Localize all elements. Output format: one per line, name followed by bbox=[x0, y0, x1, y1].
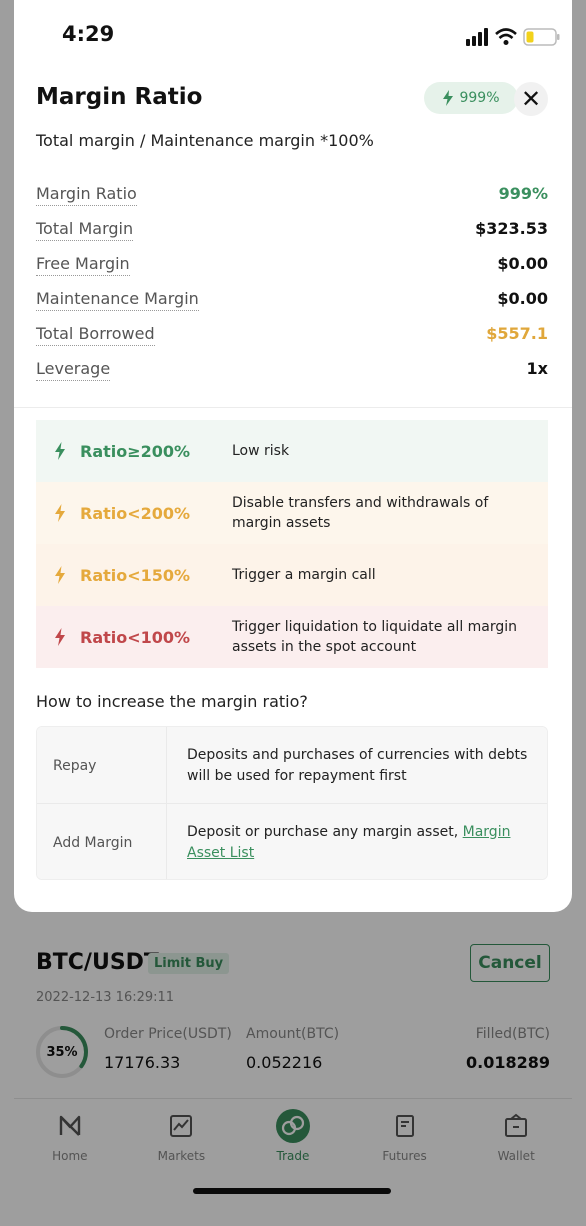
metric-value: $323.53 bbox=[475, 219, 548, 238]
risk-level-description: Low risk bbox=[232, 442, 290, 459]
metric-label[interactable]: Total Margin bbox=[36, 219, 134, 241]
guide-key: Add Margin bbox=[37, 804, 167, 879]
lightning-icon bbox=[55, 504, 65, 522]
risk-level-description: Disable transfers and withdrawals of mar… bbox=[232, 494, 489, 531]
formula-subtitle: Total margin / Maintenance margin *100% bbox=[36, 131, 374, 150]
lightning-icon bbox=[55, 628, 65, 646]
guide-text-container: Deposit or purchase any margin asset, Ma… bbox=[187, 804, 537, 879]
howto-heading: How to increase the margin ratio? bbox=[36, 692, 308, 711]
metric-maintenance-margin: Maintenance Margin $0.00 bbox=[36, 285, 548, 315]
increase-ratio-table: Repay Deposits and purchases of currenci… bbox=[36, 726, 548, 880]
risk-level-label: Ratio<100% bbox=[80, 627, 191, 647]
battery-icon bbox=[523, 28, 560, 46]
risk-level-label: Ratio<200% bbox=[80, 503, 191, 523]
metric-label[interactable]: Total Borrowed bbox=[36, 324, 155, 346]
close-button[interactable]: ✕ bbox=[514, 82, 548, 116]
metric-free-margin: Free Margin $0.00 bbox=[36, 250, 548, 280]
guide-text: Deposits and purchases of currencies wit… bbox=[187, 746, 528, 784]
metric-margin-ratio: Margin Ratio 999% bbox=[36, 180, 548, 210]
risk-level-row: Ratio<200% Disable transfers and withdra… bbox=[36, 482, 548, 544]
ratio-badge-value: 999% bbox=[459, 90, 500, 106]
ratio-badge: 999% bbox=[424, 82, 518, 114]
metric-label[interactable]: Margin Ratio bbox=[36, 184, 137, 206]
close-icon: ✕ bbox=[520, 85, 542, 113]
guide-key: Repay bbox=[37, 727, 167, 804]
risk-level-description: Trigger liquidation to liquidate all mar… bbox=[232, 618, 518, 655]
metric-leverage: Leverage 1x bbox=[36, 355, 548, 385]
metric-value: 999% bbox=[498, 184, 548, 203]
risk-level-row: Ratio<150% Trigger a margin call bbox=[36, 544, 548, 606]
metric-value: $557.1 bbox=[486, 324, 548, 343]
metric-label[interactable]: Free Margin bbox=[36, 254, 130, 276]
status-time: 4:29 bbox=[62, 22, 115, 46]
status-icons bbox=[466, 28, 560, 46]
section-divider bbox=[14, 407, 572, 408]
metric-total-borrowed: Total Borrowed $557.1 bbox=[36, 320, 548, 350]
metric-label[interactable]: Maintenance Margin bbox=[36, 289, 199, 311]
metric-label[interactable]: Leverage bbox=[36, 359, 111, 381]
sheet-title: Margin Ratio bbox=[36, 84, 203, 110]
metric-value: $0.00 bbox=[497, 289, 548, 308]
metric-value: $0.00 bbox=[497, 254, 548, 273]
lightning-icon bbox=[55, 442, 65, 460]
wifi-icon bbox=[495, 28, 517, 45]
risk-level-row: Ratio<100% Trigger liquidation to liquid… bbox=[36, 606, 548, 668]
lightning-icon bbox=[55, 566, 65, 584]
risk-level-label: Ratio≥200% bbox=[80, 441, 191, 461]
signal-icon bbox=[466, 28, 488, 46]
lightning-icon bbox=[443, 90, 454, 106]
guide-row-repay: Repay Deposits and purchases of currenci… bbox=[37, 727, 547, 804]
margin-ratio-sheet: 4:29 Margin Ratio 999% ✕ Total margin / … bbox=[14, 0, 572, 912]
guide-row-add-margin: Add Margin Deposit or purchase any margi… bbox=[37, 804, 547, 879]
metric-total-margin: Total Margin $323.53 bbox=[36, 215, 548, 245]
risk-level-label: Ratio<150% bbox=[80, 565, 191, 585]
risk-level-row: Ratio≥200% Low risk bbox=[36, 420, 548, 482]
metric-value: 1x bbox=[526, 359, 548, 378]
risk-level-description: Trigger a margin call bbox=[232, 566, 376, 583]
guide-text: Deposit or purchase any margin asset, bbox=[187, 823, 463, 840]
